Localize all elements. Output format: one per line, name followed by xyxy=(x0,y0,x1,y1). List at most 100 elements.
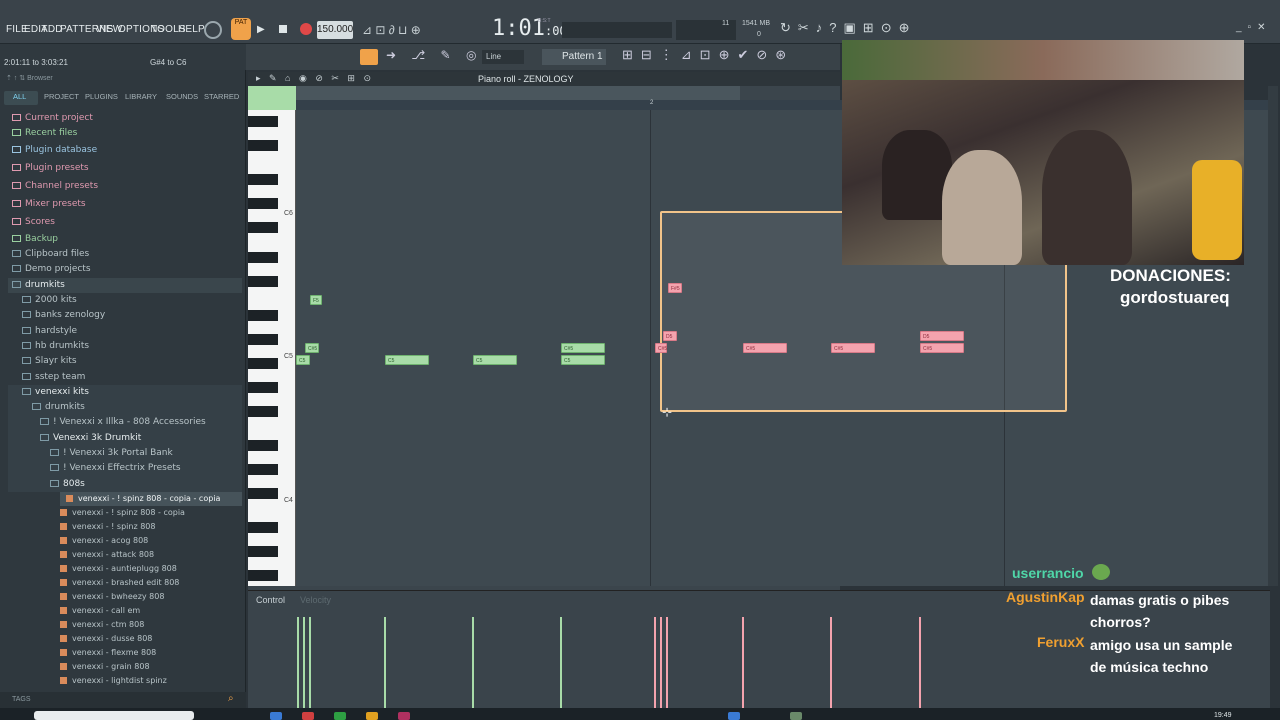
browser-file[interactable]: venexxi - attack 808 xyxy=(60,550,154,559)
taskbar-app-icon[interactable] xyxy=(398,712,410,720)
browser-file[interactable]: venexxi - ctm 808 xyxy=(60,620,144,629)
typing-keyboard-button[interactable] xyxy=(360,49,378,65)
browser-tab-starred[interactable]: STARRED xyxy=(204,92,239,101)
browser-item[interactable]: Plugin database xyxy=(12,145,97,155)
browser-item[interactable]: drumkits xyxy=(32,402,85,412)
vertical-scrollbar[interactable] xyxy=(1268,86,1278,586)
browser-file[interactable]: venexxi - ! spinz 808 - copia - copia xyxy=(66,494,220,503)
browser-file[interactable]: venexxi - flexme 808 xyxy=(60,648,156,657)
taskbar-app-icon[interactable] xyxy=(302,712,314,720)
window-controls[interactable]: _▫✕ xyxy=(1236,22,1272,33)
note-block[interactable]: C#5 xyxy=(831,343,875,353)
pattern-song-toggle[interactable]: PAT xyxy=(231,18,251,40)
browser-item[interactable]: Current project xyxy=(12,113,93,123)
browser-item[interactable]: ! Venexxi 3k Portal Bank xyxy=(50,448,173,458)
browser-item[interactable]: drumkits xyxy=(12,280,65,290)
browser-item[interactable]: 2000 kits xyxy=(22,295,77,305)
tags-label[interactable]: TAGS xyxy=(12,696,31,703)
note-block[interactable]: F5 xyxy=(310,295,322,305)
browser-tab-library[interactable]: LIBRARY xyxy=(125,92,157,101)
browser-item[interactable]: Mixer presets xyxy=(12,199,86,209)
pattern-select[interactable]: Pattern 1 xyxy=(542,49,606,65)
browser-item[interactable]: Clipboard files xyxy=(12,249,89,259)
note-block[interactable]: C#5 xyxy=(743,343,787,353)
control-label[interactable]: Control xyxy=(256,595,285,605)
browser-item[interactable]: Plugin presets xyxy=(12,163,89,173)
browser-file[interactable]: venexxi - ! spinz 808 xyxy=(60,522,155,531)
velocity-bar[interactable] xyxy=(830,617,832,708)
browser-item[interactable]: banks zenology xyxy=(22,310,105,320)
velocity-bar[interactable] xyxy=(560,617,562,708)
note-block[interactable]: D5 xyxy=(663,331,677,341)
browser-item[interactable]: ! Venexxi Effectrix Presets xyxy=(50,463,181,473)
taskbar-app-icon[interactable] xyxy=(334,712,346,720)
velocity-bar[interactable] xyxy=(660,617,662,708)
browser-item[interactable]: Slayr kits xyxy=(22,356,77,366)
note-block[interactable]: C5 xyxy=(385,355,429,365)
browser-file[interactable]: venexxi - ! spinz 808 - copia xyxy=(60,508,185,517)
master-volume-knob[interactable] xyxy=(204,21,222,39)
browser-tab-plugins[interactable]: PLUGINS xyxy=(85,92,118,101)
note-block[interactable]: C5 xyxy=(296,355,310,365)
time-format-label[interactable]: B:S:T xyxy=(538,18,551,24)
browser-item[interactable]: sstep team xyxy=(22,372,85,382)
browser-item[interactable]: Backup xyxy=(12,234,58,244)
browser-file[interactable]: venexxi - brashed edit 808 xyxy=(60,578,179,587)
snap-select[interactable]: Line xyxy=(482,50,524,64)
taskbar-app-icon[interactable] xyxy=(270,712,282,720)
browser-item[interactable]: Demo projects xyxy=(12,264,91,274)
browser-item[interactable]: Recent files xyxy=(12,128,77,138)
tool-icons[interactable]: ➜ ⎇ ✎ ◎ xyxy=(386,48,482,62)
taskbar-app-icon[interactable] xyxy=(366,712,378,720)
note-block[interactable]: C5 xyxy=(473,355,517,365)
browser-tab-all[interactable]: ALL xyxy=(13,92,26,101)
browser-tab-project[interactable]: PROJECT xyxy=(44,92,79,101)
browser-file[interactable]: venexxi - acog 808 xyxy=(60,536,148,545)
piano-roll-tool-icons[interactable]: ▸ ✎ ⌂ ◉ ⊘ ✂ ⊞ ⊙ xyxy=(256,73,374,84)
play-icon[interactable]: ▶ xyxy=(257,24,265,35)
browser-file[interactable]: venexxi - call em xyxy=(60,606,140,615)
velocity-bar[interactable] xyxy=(654,617,656,708)
taskbar-app-icon[interactable] xyxy=(728,712,740,720)
velocity-bar[interactable] xyxy=(666,617,668,708)
velocity-bar[interactable] xyxy=(384,617,386,708)
record-icon[interactable] xyxy=(300,23,312,35)
browser-item[interactable]: Scores xyxy=(12,217,55,227)
note-block[interactable]: F#5 xyxy=(668,283,682,293)
note-block[interactable]: C#5 xyxy=(305,343,319,353)
note-block[interactable]: D5 xyxy=(920,331,964,341)
browser-file[interactable]: venexxi - auntieplugg 808 xyxy=(60,564,177,573)
taskbar-app-icon[interactable] xyxy=(790,712,802,720)
stop-icon[interactable] xyxy=(279,25,287,33)
browser-file[interactable]: venexxi - bwheezy 808 xyxy=(60,592,164,601)
velocity-bar[interactable] xyxy=(919,617,921,708)
note-block[interactable]: C#5 xyxy=(655,343,667,353)
velocity-bar[interactable] xyxy=(472,617,474,708)
search-icon[interactable]: ⌕ xyxy=(228,693,234,704)
channel-tool-icons[interactable]: ⊞⊟⋮⊿⊡⊕✔⊘⊛ xyxy=(622,47,794,63)
note-block[interactable]: C#5 xyxy=(920,343,964,353)
piano-keyboard[interactable]: C6 C5 C4 xyxy=(248,110,296,586)
browser-item[interactable]: ! Venexxi x Illka - 808 Accessories xyxy=(40,417,206,427)
browser-item[interactable]: Venexxi 3k Drumkit xyxy=(40,433,141,443)
menu-help[interactable]: HELP xyxy=(178,24,205,35)
metronome-icon[interactable]: ⊿ ⊡ ∂ ⊔ ⊕ xyxy=(362,23,421,37)
browser-item[interactable]: 808s xyxy=(50,479,85,489)
velocity-bar[interactable] xyxy=(297,617,299,708)
browser-item[interactable]: Channel presets xyxy=(12,181,98,191)
browser-file[interactable]: venexxi - lightdist spinz xyxy=(60,676,167,685)
velocity-bar[interactable] xyxy=(742,617,744,708)
velocity-bar[interactable] xyxy=(303,617,305,708)
browser-file[interactable]: venexxi - dusse 808 xyxy=(60,634,152,643)
note-block[interactable]: C5 xyxy=(561,355,605,365)
browser-item[interactable]: hb drumkits xyxy=(22,341,89,351)
taskbar-search[interactable] xyxy=(34,711,194,720)
browser-item[interactable]: venexxi kits xyxy=(22,387,89,397)
note-block[interactable]: C#5 xyxy=(561,343,605,353)
toolbar-shortcut-icons[interactable]: ↻✂♪?▣⊞⊙⊕ xyxy=(780,20,916,36)
velocity-bar[interactable] xyxy=(309,617,311,708)
browser-tab-sounds[interactable]: SOUNDS xyxy=(166,92,198,101)
tempo-field[interactable]: 150.000 xyxy=(317,21,353,39)
browser-item[interactable]: hardstyle xyxy=(22,326,77,336)
browser-file[interactable]: venexxi - grain 808 xyxy=(60,662,150,671)
